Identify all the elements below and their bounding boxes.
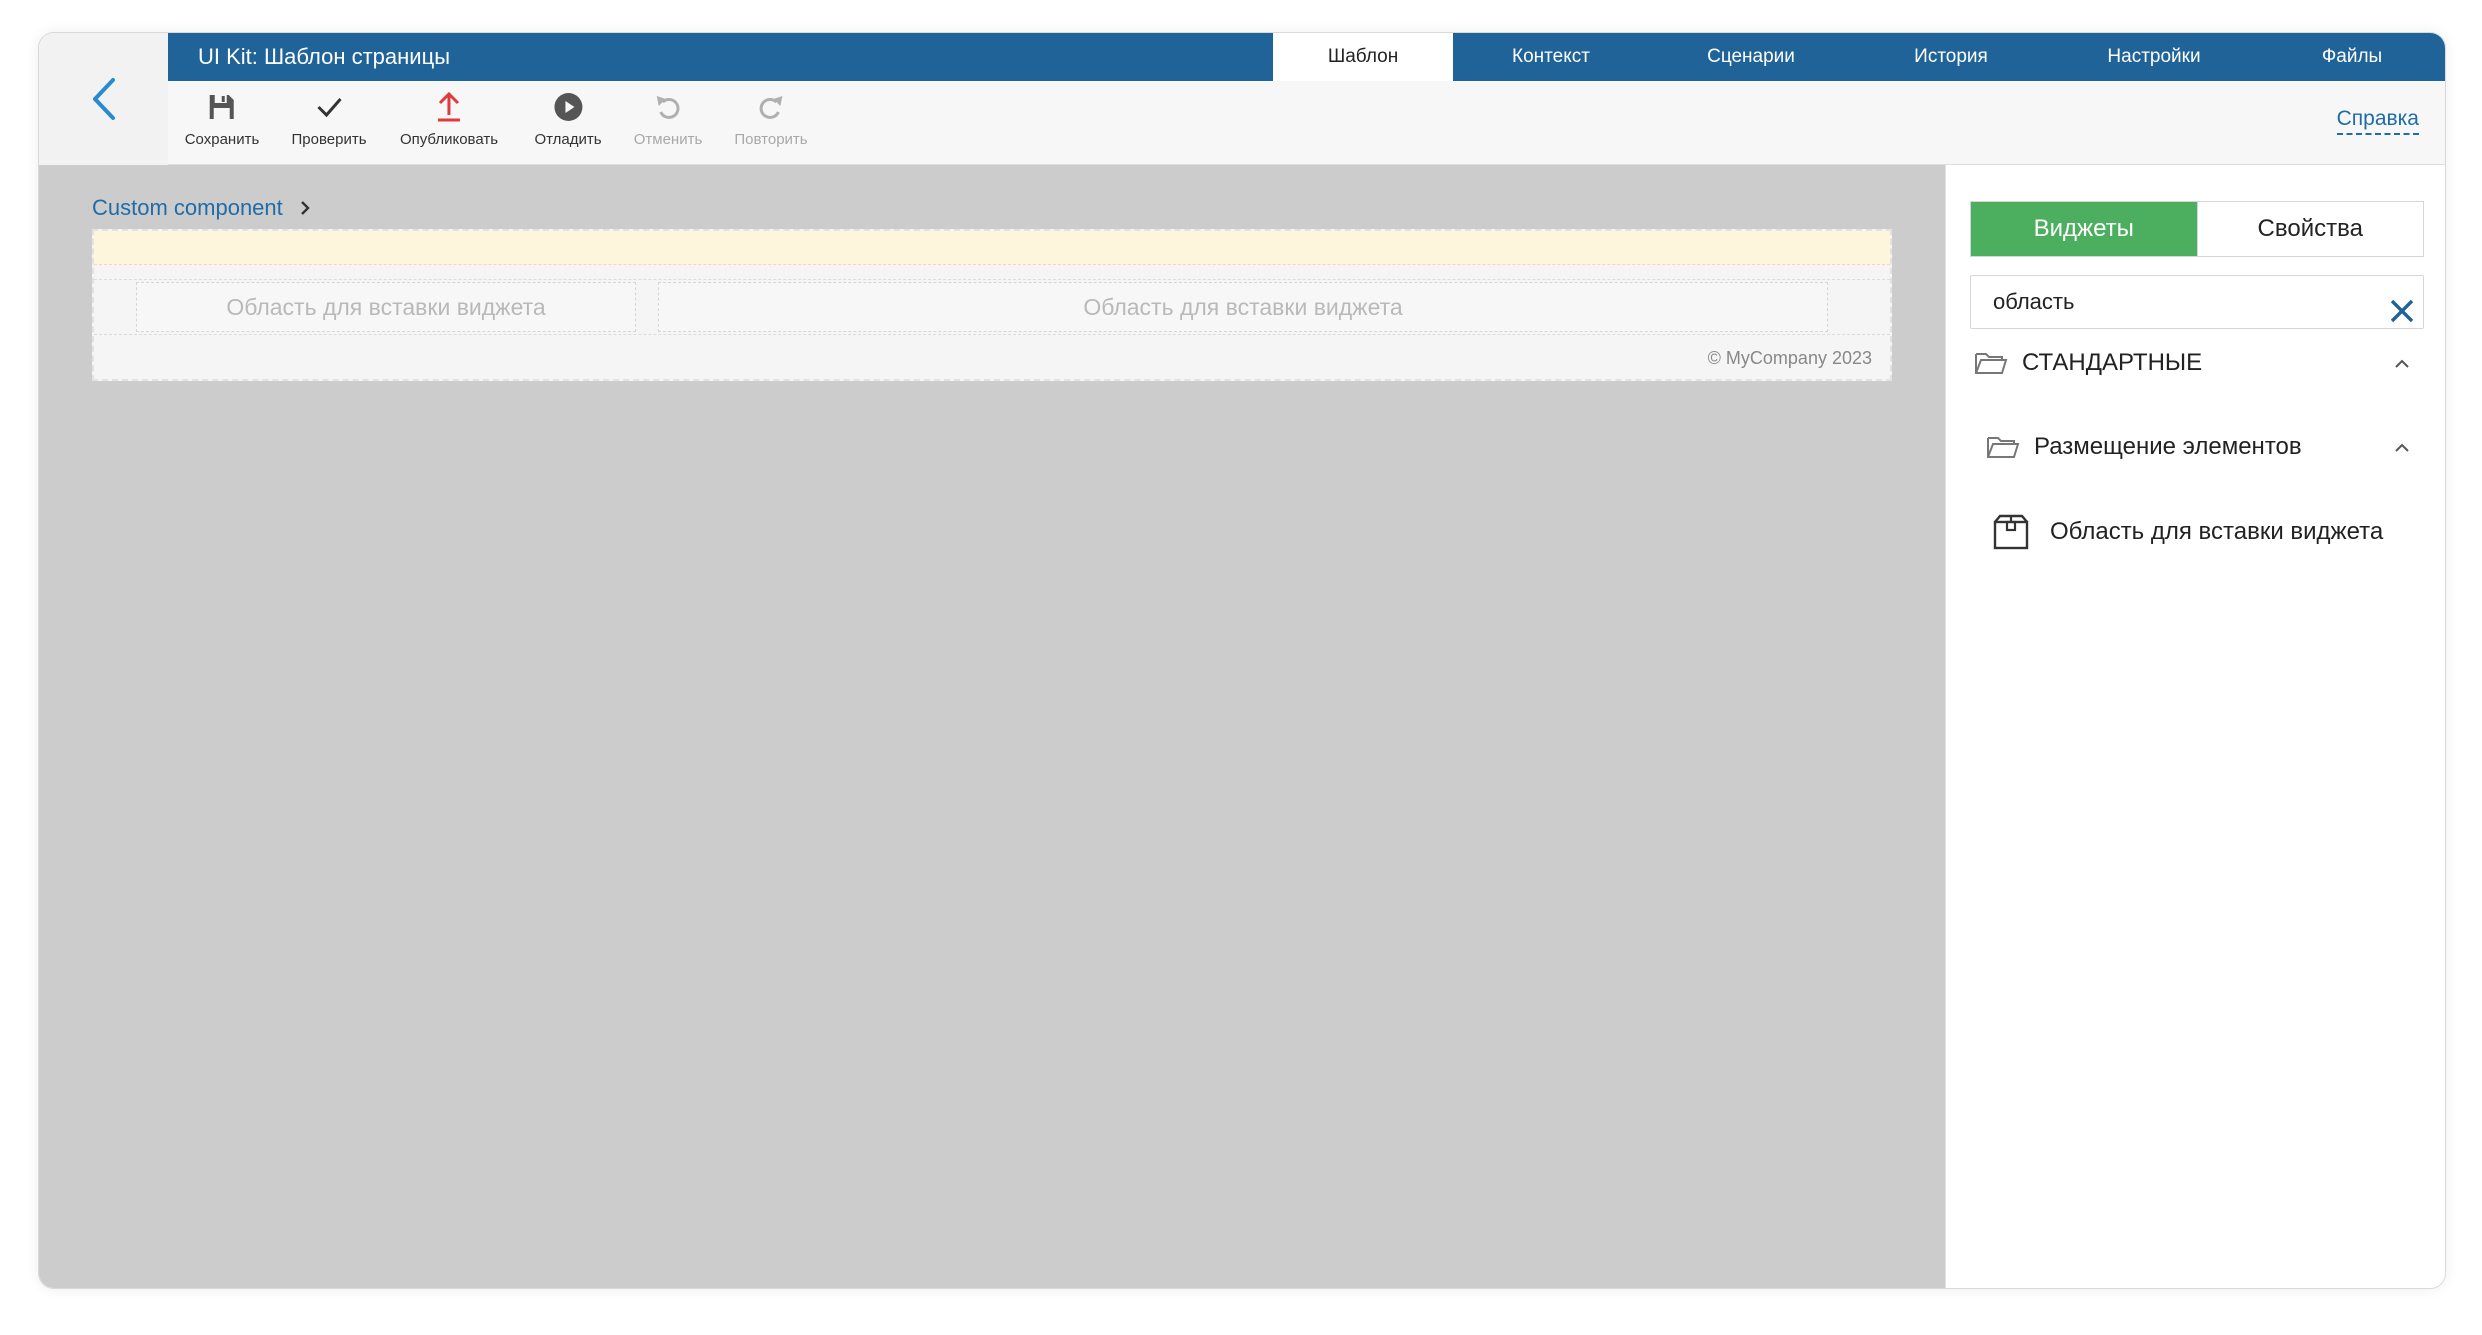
widget-search: [1970, 275, 2424, 329]
clear-search-button[interactable]: [2389, 298, 2415, 329]
check-label: Проверить: [291, 131, 367, 148]
tab-properties[interactable]: Свойства: [2196, 202, 2423, 256]
group-layout[interactable]: Размещение элементов: [1986, 433, 2414, 461]
redo-icon: [759, 96, 782, 119]
header-area[interactable]: [94, 231, 1890, 265]
group-layout-label: Размещение элементов: [2034, 433, 2302, 460]
undo-label: Отменить: [633, 131, 703, 148]
debug-label: Отладить: [534, 131, 602, 148]
tab-history[interactable]: История: [1853, 33, 2049, 81]
top-bar: UI Kit: Шаблон страницы Шаблон Контекст …: [168, 33, 2445, 81]
right-panel: Виджеты Свойства СТАНДАРТНЫЕ: [1945, 165, 2445, 1288]
folder-open-icon: [1975, 353, 2008, 374]
folder-open-icon: [1987, 437, 2020, 458]
chevron-right-icon: [300, 201, 310, 215]
widget-drop-zone[interactable]: Область для вставки виджета: [136, 282, 636, 332]
tab-template[interactable]: Шаблон: [1273, 33, 1453, 81]
close-icon: [2390, 299, 2414, 323]
save-icon: [209, 95, 234, 119]
app-window: UI Kit: Шаблон страницы Шаблон Контекст …: [38, 32, 2446, 1289]
back-button[interactable]: [39, 33, 168, 165]
tab-bar: Шаблон Контекст Сценарии История Настрой…: [1273, 33, 2445, 81]
help-link[interactable]: Справка: [2336, 107, 2419, 135]
widget-item-label: Область для вставки виджета: [2050, 518, 2384, 545]
redo-label: Повторить: [734, 131, 808, 148]
panel-tabs: Виджеты Свойства: [1970, 201, 2424, 257]
check-icon: [316, 98, 342, 118]
tab-settings[interactable]: Настройки: [2049, 33, 2259, 81]
save-button[interactable]: Сохранить: [184, 89, 260, 148]
widget-drop-zone[interactable]: Область для вставки виджета: [658, 282, 1828, 332]
tab-context[interactable]: Контекст: [1453, 33, 1649, 81]
app-title: UI Kit: Шаблон страницы: [198, 44, 451, 69]
footer-copyright: © MyCompany 2023: [1707, 348, 1872, 368]
check-button[interactable]: Проверить: [291, 89, 367, 148]
upload-icon: [438, 91, 460, 122]
group-standard-label: СТАНДАРТНЫЕ: [2022, 349, 2203, 376]
debug-button[interactable]: Отладить: [534, 89, 602, 148]
tab-widgets[interactable]: Виджеты: [1971, 202, 2197, 256]
breadcrumb[interactable]: Custom component: [92, 195, 311, 221]
chevron-up-icon: [2395, 359, 2409, 368]
content-row[interactable]: Область для вставки виджета Область для …: [94, 279, 1890, 335]
tab-scenarios[interactable]: Сценарии: [1649, 33, 1853, 81]
chevron-up-icon: [2395, 443, 2409, 452]
play-icon: [554, 93, 582, 121]
redo-button[interactable]: Повторить: [734, 89, 808, 148]
editor-canvas: Custom component Область для вставки вид…: [39, 165, 1945, 1288]
search-input[interactable]: [1971, 276, 2351, 328]
box-icon: [1993, 514, 2029, 550]
group-standard[interactable]: СТАНДАРТНЫЕ: [1974, 349, 2414, 377]
toolbar: Сохранить Проверить Опубликовать Отладит…: [168, 81, 2445, 165]
widget-item-area[interactable]: Область для вставки виджета: [1992, 513, 2383, 551]
publish-label: Опубликовать: [399, 131, 499, 148]
save-label: Сохранить: [184, 131, 260, 148]
undo-button[interactable]: Отменить: [633, 89, 703, 148]
chevron-left-icon: [92, 78, 115, 120]
breadcrumb-label: Custom component: [92, 195, 283, 220]
undo-icon: [656, 96, 680, 119]
tab-files[interactable]: Файлы: [2259, 33, 2445, 81]
publish-button[interactable]: Опубликовать: [400, 89, 498, 148]
page-template-block[interactable]: Область для вставки виджета Область для …: [92, 229, 1892, 381]
